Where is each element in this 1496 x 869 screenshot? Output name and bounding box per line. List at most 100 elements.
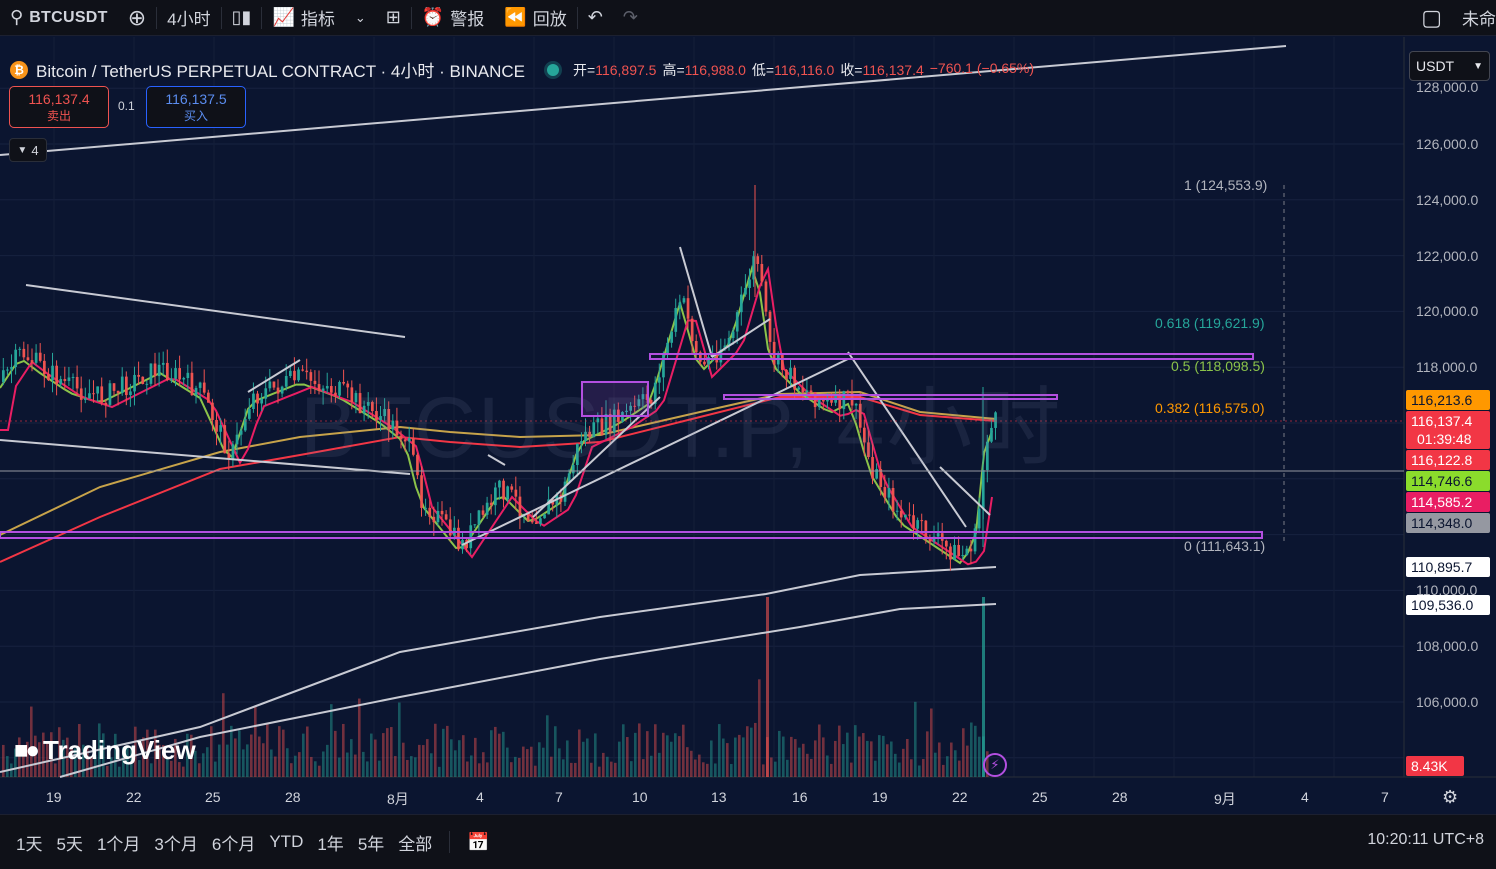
candle-body	[953, 544, 956, 560]
volume-bar	[418, 744, 421, 777]
time-tick: 28	[1112, 789, 1128, 805]
volume-bar	[366, 761, 369, 777]
top-toolbar: ⚲ BTCUSDT ⊕ 4小时 ▯▮ 📈 指标 ⌄ ⊞ ⏰ 警报 ⏪ 回放 ↶ …	[0, 0, 1496, 36]
candle-body	[174, 368, 177, 379]
volume-bar	[338, 757, 341, 777]
indicators-dropdown[interactable]: ⌄	[345, 0, 376, 36]
volume-bar	[206, 747, 209, 777]
volume-bar	[970, 722, 973, 777]
templates-button[interactable]: ⊞	[376, 0, 411, 36]
volume-bar	[934, 752, 937, 777]
redo-button[interactable]: ↷	[613, 0, 648, 36]
symbol-label: BTCUSDT	[29, 8, 108, 26]
volume-bar	[962, 728, 965, 777]
volume-bar	[278, 726, 281, 777]
candle-body	[494, 487, 497, 506]
chart-type-button[interactable]: ▯▮	[222, 0, 262, 36]
square-icon: ▢	[1421, 4, 1442, 30]
range-1m[interactable]: 1个月	[90, 830, 147, 855]
volume-bar	[290, 763, 293, 777]
fib-level-0382: 0.382 (116,575.0)	[1155, 400, 1265, 416]
volume-bar	[586, 738, 589, 777]
candle-body	[735, 312, 739, 332]
buy-button[interactable]: 116,137.5 买入	[146, 86, 246, 128]
candle-body	[125, 376, 128, 396]
range-1y[interactable]: 1年	[310, 830, 350, 855]
indicators-collapse-button[interactable]: ▼ 4	[9, 138, 47, 162]
price-tag-ema-pink: 114,585.2	[1406, 492, 1490, 512]
currency-select[interactable]: USDT ▼	[1409, 51, 1490, 81]
volume-bar	[938, 742, 941, 777]
time-tick: 7	[555, 789, 563, 805]
gear-icon[interactable]: ⚙	[1442, 787, 1458, 808]
candle-body	[284, 376, 288, 387]
volume-bar	[574, 762, 577, 777]
candle-body	[166, 362, 169, 380]
range-ytd[interactable]: YTD	[262, 832, 310, 852]
fib-level-05: 0.5 (118,098.5)	[1171, 358, 1265, 374]
candles-icon: ▯▮	[231, 7, 252, 27]
range-5d[interactable]: 5天	[49, 830, 89, 855]
volume-bar	[462, 735, 465, 777]
volume-bar	[750, 727, 753, 777]
lightning-icon[interactable]: ⚡	[983, 753, 1007, 777]
last-price-tag: 116,137.4 01:39:48	[1406, 411, 1490, 449]
sell-button[interactable]: 116,137.4 卖出	[9, 86, 109, 128]
volume-bar	[670, 741, 673, 777]
market-status-icon	[547, 63, 560, 76]
change-value: −760.1 (−0.65%)	[929, 59, 1035, 76]
clock[interactable]: 10:20:11 UTC+8	[1367, 831, 1484, 849]
volume-bar	[430, 753, 433, 777]
volume-bar	[538, 742, 541, 777]
replay-label: 回放	[532, 10, 567, 29]
indicators-button[interactable]: 📈 指标	[262, 0, 344, 36]
volume-bar	[270, 749, 273, 777]
volume-bar	[202, 753, 205, 777]
last-price: 116,137.4	[1411, 413, 1473, 429]
volume-bar	[930, 708, 933, 777]
volume-bar	[354, 754, 357, 777]
interval-button[interactable]: 4小时	[157, 0, 220, 36]
axis-price: 118,000.0	[1416, 359, 1478, 375]
range-all[interactable]: 全部	[391, 830, 439, 855]
volume-bar	[498, 733, 501, 777]
axis-price: 122,000.0	[1416, 248, 1479, 264]
volume-bar	[522, 746, 525, 777]
compare-button[interactable]: ⊕	[118, 0, 156, 36]
volume-bar	[830, 763, 833, 777]
volume-bar	[514, 756, 517, 777]
candle-body	[432, 516, 436, 523]
volume-bar	[826, 755, 829, 777]
volume-bar	[570, 762, 573, 777]
candle-body	[30, 360, 34, 363]
volume-bar	[834, 740, 837, 777]
symbol-watermark: BTCUSDT.P, 4小时	[300, 380, 1063, 476]
volume-bar	[306, 726, 309, 777]
candle-body	[899, 510, 903, 518]
symbol-search[interactable]: ⚲ BTCUSDT	[0, 0, 118, 36]
candle-body	[161, 362, 165, 365]
undo-button[interactable]: ↶	[578, 0, 613, 36]
divider	[449, 831, 451, 853]
goto-date-button[interactable]: 📅	[460, 832, 496, 853]
replay-button[interactable]: ⏪ 回放	[494, 0, 576, 36]
candle-body	[215, 419, 218, 432]
layout-button[interactable]: ▢	[1411, 0, 1452, 36]
candle-body	[248, 409, 251, 419]
range-6m[interactable]: 6个月	[205, 830, 262, 855]
chart-pane[interactable]: BTCUSDT.P, 4小时 ₿ Bitcoin / TetherUS PERP…	[0, 37, 1496, 813]
volume-bar	[950, 742, 953, 777]
volume-bar	[702, 762, 705, 777]
volume-bar	[530, 746, 533, 777]
volume-bar	[718, 724, 721, 777]
rewind-icon: ⏪	[504, 7, 527, 27]
volume-bar	[630, 761, 633, 777]
fib-level-0618: 0.618 (119,621.9)	[1155, 315, 1265, 331]
volume-bar	[414, 757, 417, 777]
range-5y[interactable]: 5年	[351, 830, 391, 855]
volume-bar	[262, 743, 265, 777]
layout-name[interactable]: 未命	[1452, 0, 1496, 36]
range-1d[interactable]: 1天	[0, 830, 49, 855]
range-3m[interactable]: 3个月	[147, 830, 204, 855]
alerts-button[interactable]: ⏰ 警报	[412, 0, 494, 36]
